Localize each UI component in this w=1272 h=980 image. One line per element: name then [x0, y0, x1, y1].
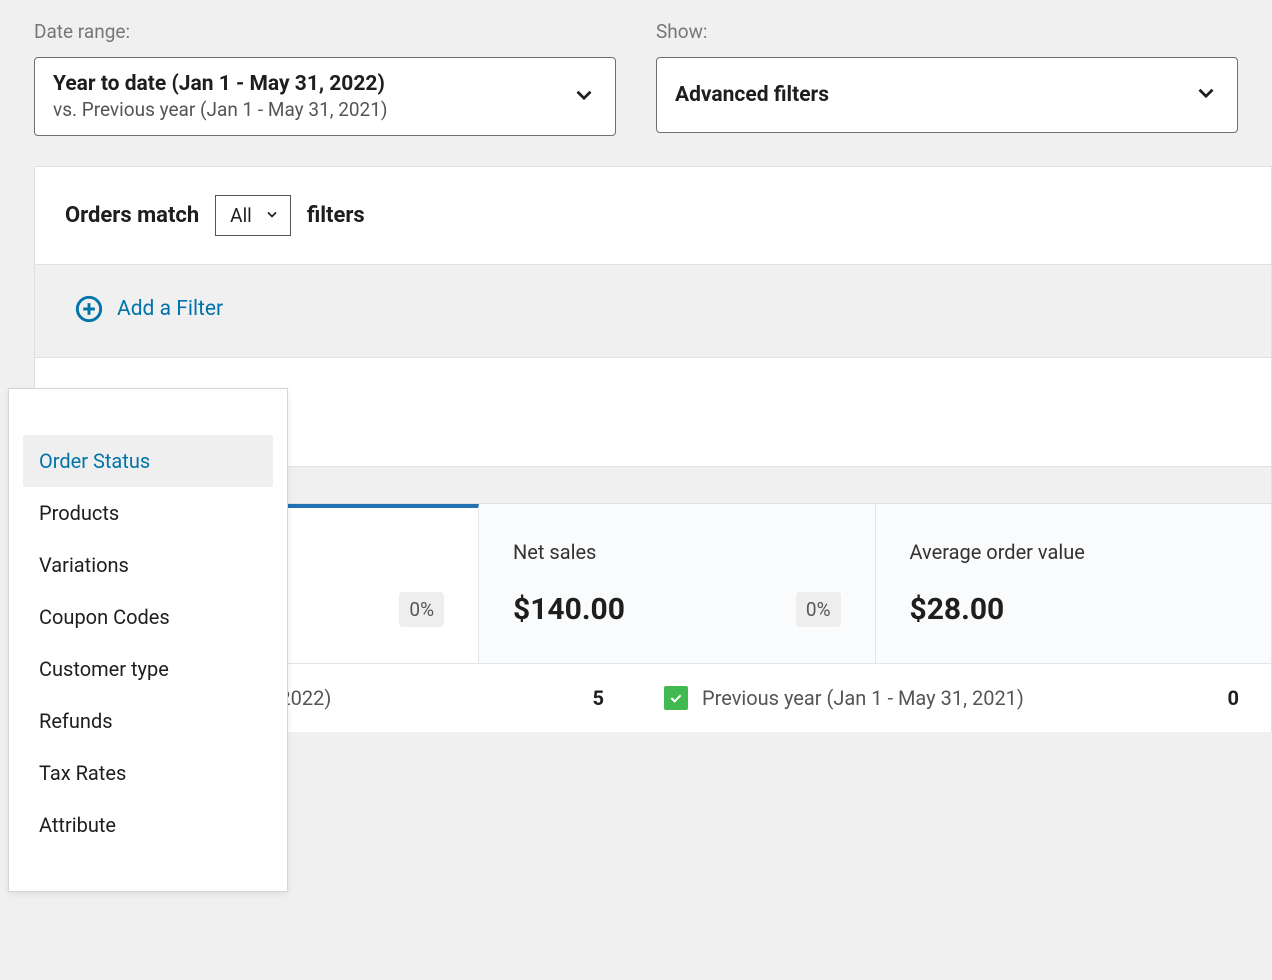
- check-icon[interactable]: [664, 686, 688, 710]
- chevron-down-icon: [571, 82, 597, 112]
- filter-menu-item-coupon-codes[interactable]: Coupon Codes: [23, 591, 273, 643]
- summary-value-current: 5: [593, 686, 604, 710]
- date-range-comparison: vs. Previous year (Jan 1 - May 31, 2021): [53, 98, 571, 121]
- chevron-down-icon: [1193, 80, 1219, 110]
- show-value: Advanced filters: [675, 83, 1193, 107]
- show-label: Show:: [656, 20, 1238, 43]
- filter-menu-item-order-status[interactable]: Order Status: [23, 435, 273, 487]
- stat-card-avg-order[interactable]: Average order value $28.00: [876, 504, 1272, 663]
- date-range-dropdown[interactable]: Year to date (Jan 1 - May 31, 2022) vs. …: [34, 57, 616, 136]
- orders-match-value: All: [230, 204, 252, 227]
- show-dropdown[interactable]: Advanced filters: [656, 57, 1238, 133]
- stat-value: $28.00: [910, 592, 1238, 627]
- filter-menu-item-refunds[interactable]: Refunds: [23, 695, 273, 747]
- stat-pct-badge: 0%: [796, 592, 841, 627]
- chevron-down-icon: [264, 204, 280, 227]
- filter-menu-item-variations[interactable]: Variations: [23, 539, 273, 591]
- orders-match-bar: Orders match All filters: [35, 167, 1271, 264]
- filter-type-menu: Order Status Products Variations Coupon …: [8, 388, 288, 892]
- date-range-label: Date range:: [34, 20, 616, 43]
- stat-card-net-sales[interactable]: Net sales $140.00 0%: [479, 504, 876, 663]
- filter-menu-item-products[interactable]: Products: [23, 487, 273, 539]
- orders-match-select[interactable]: All: [215, 195, 291, 236]
- stat-title: Net sales: [513, 540, 841, 564]
- filter-menu-item-attribute[interactable]: Attribute: [23, 799, 273, 851]
- add-filter-label: Add a Filter: [117, 297, 223, 321]
- orders-match-suffix: filters: [307, 203, 365, 228]
- orders-match-prefix: Orders match: [65, 203, 199, 228]
- add-filter-button[interactable]: Add a Filter: [75, 295, 223, 323]
- stat-value: $140.00: [513, 592, 841, 627]
- filter-menu-item-customer-type[interactable]: Customer type: [23, 643, 273, 695]
- filter-menu-item-tax-rates[interactable]: Tax Rates: [23, 747, 273, 799]
- summary-value-previous: 0: [1228, 686, 1239, 710]
- summary-range-previous: Previous year (Jan 1 - May 31, 2021): [702, 686, 1228, 710]
- date-range-primary: Year to date (Jan 1 - May 31, 2022): [53, 72, 571, 96]
- stat-title: Average order value: [910, 540, 1238, 564]
- stat-pct-badge: 0%: [399, 592, 444, 627]
- plus-circle-icon: [75, 295, 103, 323]
